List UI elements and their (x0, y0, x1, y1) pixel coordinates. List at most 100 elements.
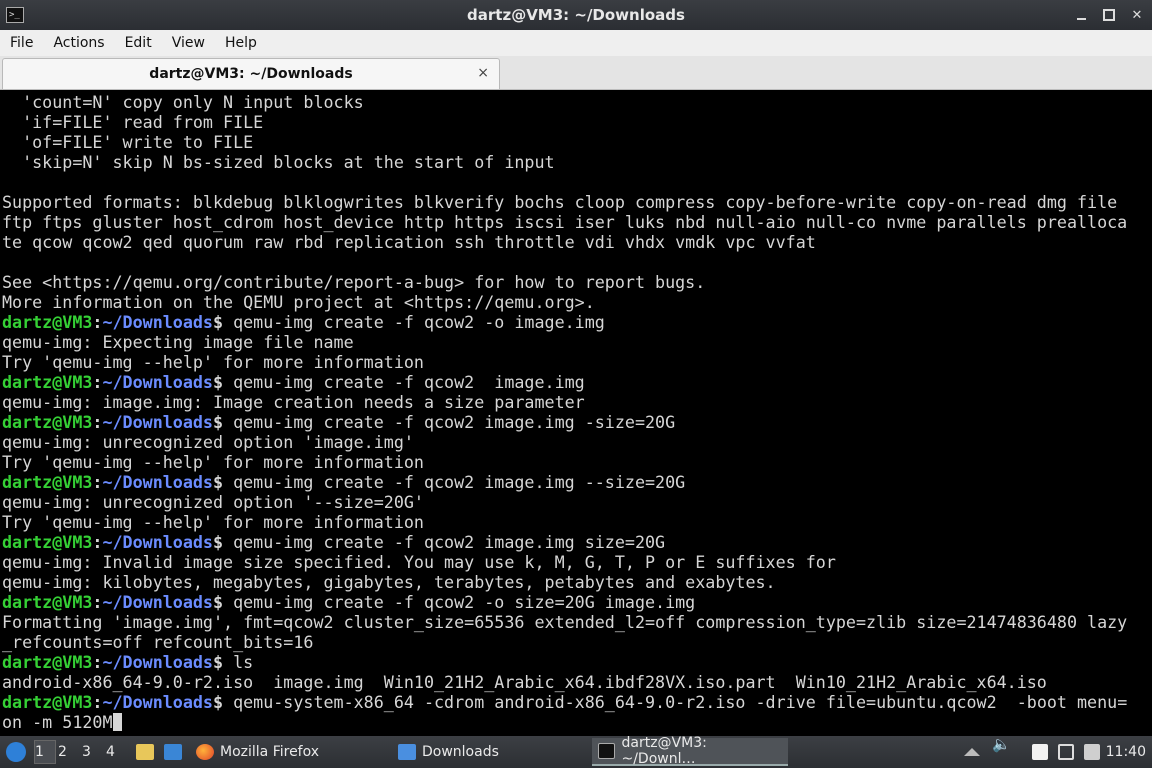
terminal-output-line: See <https://qemu.org/contribute/report-… (2, 272, 1127, 292)
task-label: dartz@VM3: ~/Downl… (621, 735, 707, 767)
terminal-output-line: android-x86_64-9.0-r2.iso image.img Win1… (2, 672, 1127, 692)
network-icon[interactable] (1058, 744, 1074, 760)
workspace-2[interactable]: 2 (58, 740, 80, 764)
line-text: qemu-img: unrecognized option 'image.img… (2, 432, 414, 452)
line-text: on -m 5120M (2, 712, 113, 732)
folder-icon (398, 744, 416, 760)
prompt-path: ~/Downloads (102, 312, 213, 332)
line-text: Supported formats: blkdebug blklogwrites… (2, 192, 1118, 212)
terminal-output-line: 'if=FILE' read from FILE (2, 112, 1127, 132)
line-text: Formatting 'image.img', fmt=qcow2 cluste… (2, 612, 1128, 632)
terminal-output-line: _refcounts=off refcount_bits=16 (2, 632, 1127, 652)
terminal-output-line: qemu-img: unrecognized option 'image.img… (2, 432, 1127, 452)
terminal-view[interactable]: 'count=N' copy only N input blocks 'if=F… (0, 90, 1152, 736)
workspace-4[interactable]: 4 (106, 740, 128, 764)
tab-terminal[interactable]: dartz@VM3: ~/Downloads × (2, 58, 500, 89)
terminal-icon (598, 743, 616, 759)
prompt-separator: : (92, 412, 103, 432)
terminal-output-line: qemu-img: Expecting image file name (2, 332, 1127, 352)
prompt-path: ~/Downloads (102, 372, 213, 392)
terminal-command-line: dartz@VM3:~/Downloads$ ls (2, 652, 1127, 672)
prompt-sign: $ (212, 532, 224, 552)
task-downloads[interactable]: Downloads (392, 738, 590, 766)
task-terminal[interactable]: dartz@VM3: ~/Downl… (592, 735, 788, 767)
prompt-sign: $ (212, 592, 224, 612)
start-menu-icon[interactable] (6, 742, 26, 762)
terminal-command-line: dartz@VM3:~/Downloads$ qemu-img create -… (2, 312, 1127, 332)
terminal-output-line: te qcow qcow2 qed quorum raw rbd replica… (2, 232, 1127, 252)
line-text: qemu-img: kilobytes, megabytes, gigabyte… (2, 572, 776, 592)
eject-icon[interactable] (964, 748, 980, 756)
prompt-sign: $ (212, 692, 224, 712)
line-text: 'of=FILE' write to FILE (2, 132, 254, 152)
line-text: ls (223, 652, 254, 672)
terminal-output-line: 'of=FILE' write to FILE (2, 132, 1127, 152)
prompt-sign: $ (212, 412, 224, 432)
prompt-path: ~/Downloads (102, 472, 213, 492)
prompt-separator: : (92, 532, 103, 552)
menu-view[interactable]: View (162, 30, 215, 56)
clipboard-icon[interactable] (1032, 744, 1048, 760)
file-manager-icon[interactable] (136, 744, 154, 760)
line-text: qemu-img: Expecting image file name (2, 332, 354, 352)
window-title: dartz@VM3: ~/Downloads (467, 6, 685, 24)
tab-label: dartz@VM3: ~/Downloads (149, 66, 353, 82)
task-firefox[interactable]: Mozilla Firefox (190, 738, 390, 766)
close-icon[interactable]: ✕ (1130, 8, 1144, 23)
workspace-1[interactable]: 1 (34, 740, 56, 764)
line-text: qemu-img create -f qcow2 image.img (223, 372, 585, 392)
tab-bar: dartz@VM3: ~/Downloads × (0, 56, 1152, 90)
task-label: Downloads (422, 744, 499, 760)
line-text: Try 'qemu-img --help' for more informati… (2, 452, 424, 472)
line-text: te qcow qcow2 qed quorum raw rbd replica… (2, 232, 816, 252)
prompt-user: dartz@VM3 (2, 692, 93, 712)
line-text: qemu-img create -f qcow2 image.img size=… (223, 532, 666, 552)
menu-actions[interactable]: Actions (43, 30, 114, 56)
prompt-user: dartz@VM3 (2, 312, 93, 332)
terminal-output-line: ftp ftps gluster host_cdrom host_device … (2, 212, 1127, 232)
terminal-output-line: Try 'qemu-img --help' for more informati… (2, 512, 1127, 532)
prompt-separator: : (92, 472, 103, 492)
line-text: See <https://qemu.org/contribute/report-… (2, 272, 706, 292)
prompt-sign: $ (212, 652, 224, 672)
minimize-icon[interactable] (1074, 8, 1088, 22)
line-text: 'count=N' copy only N input blocks (2, 92, 364, 112)
clock[interactable]: 11:40 (1106, 736, 1146, 768)
line-text: Try 'qemu-img --help' for more informati… (2, 512, 424, 532)
volume-icon[interactable]: 🔈 (992, 735, 1011, 753)
line-text: qemu-img create -f qcow2 -o size=20G ima… (223, 592, 696, 612)
terminal-icon[interactable]: >_ (6, 7, 24, 23)
prompt-sign: $ (212, 472, 224, 492)
line-text: Try 'qemu-img --help' for more informati… (2, 352, 424, 372)
terminal-output-line: Supported formats: blkdebug blklogwrites… (2, 192, 1127, 212)
taskbar: 1 2 3 4 Mozilla Firefox Downloads dartz@… (0, 735, 1152, 768)
maximize-icon[interactable] (1102, 8, 1116, 22)
terminal-output: 'count=N' copy only N input blocks 'if=F… (2, 92, 1127, 732)
line-text: qemu-img create -f qcow2 image.img -size… (223, 412, 676, 432)
menu-edit[interactable]: Edit (115, 30, 162, 56)
terminal-command-line: dartz@VM3:~/Downloads$ qemu-img create -… (2, 532, 1127, 552)
prompt-user: dartz@VM3 (2, 372, 93, 392)
terminal-output-line: 'skip=N' skip N bs-sized blocks at the s… (2, 152, 1127, 172)
prompt-path: ~/Downloads (102, 692, 213, 712)
line-text: ftp ftps gluster host_cdrom host_device … (2, 212, 1128, 232)
terminal-command-line: dartz@VM3:~/Downloads$ qemu-img create -… (2, 372, 1127, 392)
window-controls: ✕ (1074, 0, 1144, 30)
menu-file[interactable]: File (0, 30, 43, 56)
task-label: Mozilla Firefox (220, 744, 320, 760)
title-bar[interactable]: >_ dartz@VM3: ~/Downloads ✕ (0, 0, 1152, 30)
line-text: qemu-system-x86_64 -cdrom android-x86_64… (223, 692, 1128, 712)
menu-help[interactable]: Help (215, 30, 267, 56)
line-text: qemu-img: Invalid image size specified. … (2, 552, 836, 572)
line-text: _refcounts=off refcount_bits=16 (2, 632, 314, 652)
close-tab-icon[interactable]: × (477, 65, 489, 81)
notifications-icon[interactable] (1084, 744, 1100, 760)
line-text: 'if=FILE' read from FILE (2, 112, 264, 132)
line-text: qemu-img create -f qcow2 -o image.img (223, 312, 605, 332)
workspace-3[interactable]: 3 (82, 740, 104, 764)
prompt-path: ~/Downloads (102, 592, 213, 612)
desktop-icon[interactable] (164, 744, 182, 760)
menu-bar: File Actions Edit View Help (0, 30, 1152, 56)
prompt-separator: : (92, 592, 103, 612)
line-text: qemu-img: image.img: Image creation need… (2, 392, 585, 412)
